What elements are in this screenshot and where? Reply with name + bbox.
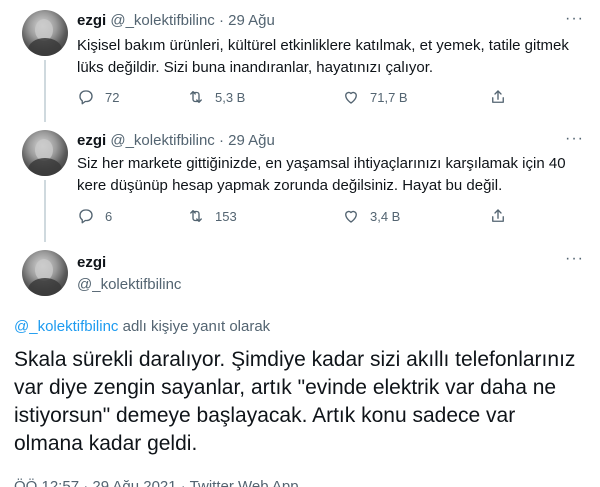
- avatar[interactable]: [22, 250, 68, 296]
- avatar[interactable]: [22, 10, 68, 56]
- tweet-text: Kişisel bakım ürünleri, kültürel etkinli…: [77, 37, 569, 76]
- like-icon: [345, 210, 357, 223]
- retweet-count: 5,3 B: [215, 89, 246, 105]
- author-name[interactable]: ezgi: [77, 12, 106, 29]
- tweet-actions: 72 5,3 B 71,7 B: [77, 87, 517, 107]
- reply-icon: [79, 90, 93, 105]
- retweet-button[interactable]: 153: [187, 206, 237, 226]
- reply-count: 72: [105, 89, 120, 105]
- separator-dot: ·: [218, 12, 224, 29]
- more-icon[interactable]: ···: [565, 130, 584, 148]
- share-button[interactable]: [489, 206, 507, 226]
- more-icon[interactable]: ···: [565, 250, 584, 268]
- tweet-date[interactable]: 29 Ağu: [228, 132, 275, 149]
- reply-count: 6: [105, 208, 113, 224]
- like-button[interactable]: 71,7 B: [342, 87, 408, 107]
- tweet-header: ezgi @_kolektifbilinc · 29 Ağu: [77, 132, 275, 150]
- like-button[interactable]: 3,4 B: [342, 206, 400, 226]
- reply-to-handle-link[interactable]: @_kolektifbilinc: [14, 318, 118, 335]
- author-handle[interactable]: @_kolektifbilinc: [110, 12, 214, 29]
- author-name[interactable]: ezgi: [77, 254, 106, 271]
- more-icon[interactable]: ···: [565, 10, 584, 28]
- tweet-timestamp[interactable]: ÖÖ 12:57 · 29 Ağu 2021 · Twitter Web App: [14, 478, 299, 487]
- main-tweet-text: Skala sürekli daralıyor. Şimdiye kadar s…: [14, 348, 576, 455]
- share-icon: [492, 90, 504, 103]
- like-count: 71,7 B: [370, 89, 408, 105]
- thread-line: [44, 180, 46, 242]
- tweet-date[interactable]: 29 Ağu: [228, 12, 275, 29]
- share-icon: [492, 209, 504, 222]
- tweet-header: ezgi @_kolektifbilinc · 29 Ağu: [77, 12, 275, 30]
- tweet-text: Siz her markete gittiğinizde, en yaşamsa…: [77, 155, 566, 194]
- author-handle[interactable]: @_kolektifbilinc: [110, 132, 214, 149]
- reply-button[interactable]: 6: [77, 206, 112, 226]
- like-count: 3,4 B: [370, 208, 401, 224]
- share-button[interactable]: [489, 87, 507, 107]
- retweet-icon: [190, 91, 202, 103]
- author-handle[interactable]: @_kolektifbilinc: [77, 276, 181, 293]
- retweet-button[interactable]: 5,3 B: [187, 87, 245, 107]
- retweet-count: 153: [215, 208, 237, 224]
- reply-to-label: adlı kişiye yanıt olarak: [118, 318, 271, 335]
- like-icon: [345, 91, 357, 104]
- avatar[interactable]: [22, 130, 68, 176]
- tweet-actions: 6 153 3,4 B: [77, 206, 517, 226]
- replying-to: @_kolektifbilinc adlı kişiye yanıt olara…: [14, 318, 270, 335]
- retweet-icon: [190, 210, 202, 222]
- thread-line: [44, 60, 46, 122]
- separator-dot: ·: [218, 132, 224, 149]
- reply-icon: [79, 209, 93, 224]
- author-name[interactable]: ezgi: [77, 132, 106, 149]
- reply-button[interactable]: 72: [77, 87, 119, 107]
